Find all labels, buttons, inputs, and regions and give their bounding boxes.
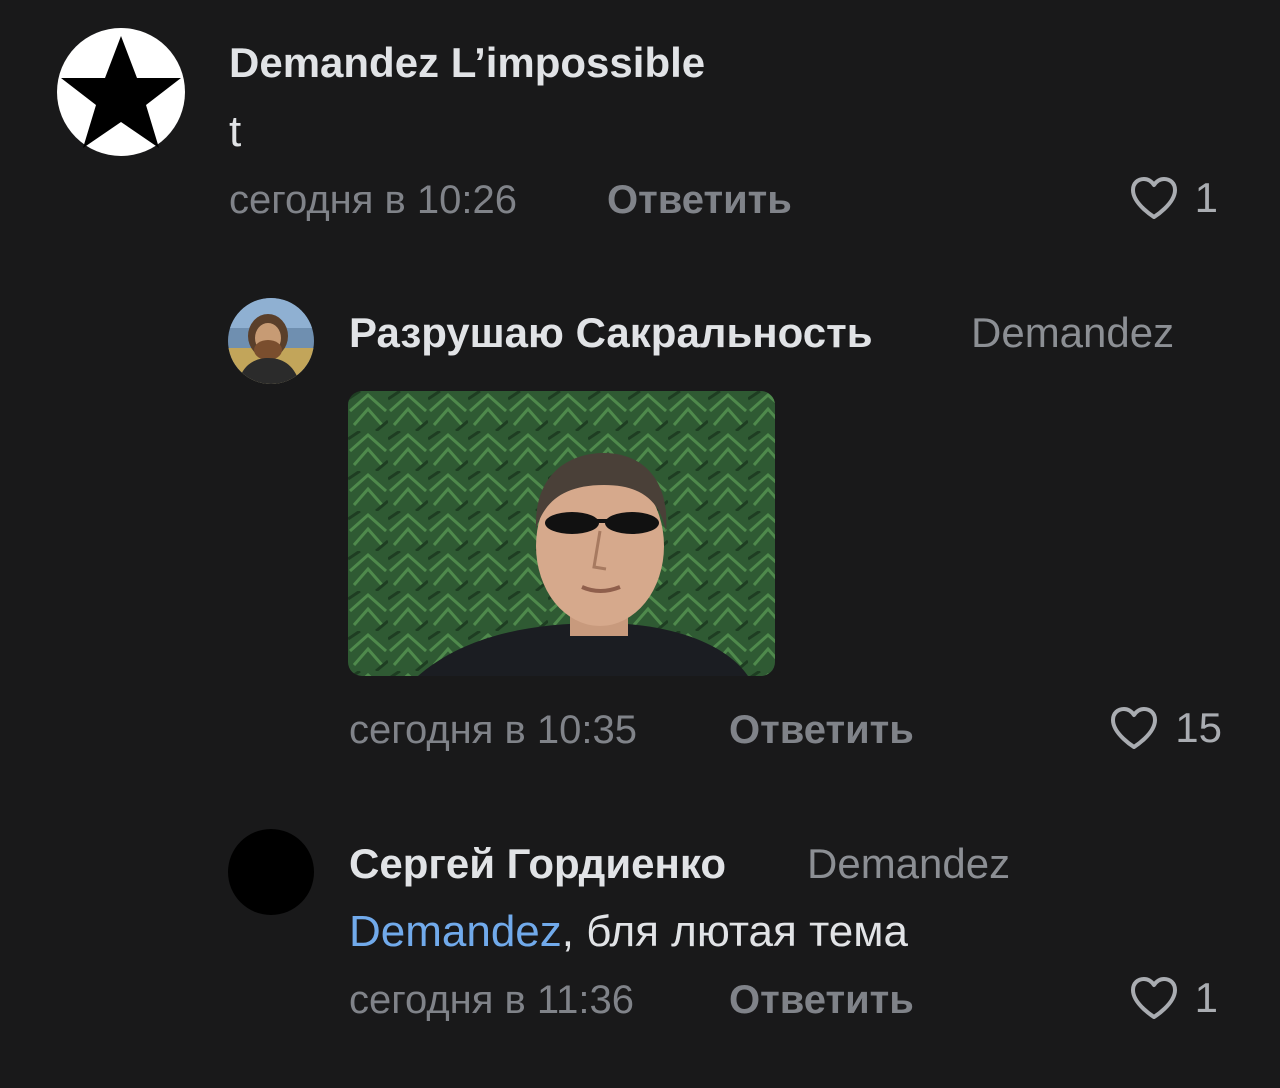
comment-time: сегодня в 10:26 — [229, 178, 517, 222]
user-photo-avatar — [228, 298, 314, 384]
reply-to-name[interactable]: Demandez — [807, 843, 1010, 885]
comment-time: сегодня в 10:35 — [349, 708, 637, 752]
mention-link[interactable]: Demandez — [349, 907, 562, 956]
heart-outline-icon — [1130, 977, 1177, 1019]
comment-time: сегодня в 11:36 — [349, 978, 635, 1022]
heart-outline-icon — [1111, 707, 1158, 749]
reply-to-name[interactable]: Demandez — [971, 312, 1174, 354]
avatar-demandez[interactable] — [57, 28, 185, 156]
reply-button[interactable]: Ответить — [729, 710, 914, 750]
comment-author[interactable]: Разрушаю Сакральность — [349, 312, 873, 354]
like-button[interactable]: 1 — [1129, 175, 1218, 221]
like-count: 1 — [1194, 174, 1218, 221]
black-star-icon — [61, 36, 181, 148]
reply-button[interactable]: Ответить — [729, 980, 914, 1020]
like-count: 15 — [1175, 704, 1222, 751]
comment-text: Demandez, бля лютая тема — [349, 910, 908, 954]
attached-photo-image — [348, 391, 775, 676]
avatar-razrushayu[interactable] — [228, 298, 314, 384]
attached-photo[interactable] — [348, 391, 775, 676]
comment-text: t — [229, 107, 242, 156]
like-count: 1 — [1194, 974, 1218, 1021]
like-button[interactable]: 15 — [1109, 705, 1222, 751]
like-button[interactable]: 1 — [1129, 975, 1218, 1021]
comment-author[interactable]: Demandez L’impossible — [229, 42, 705, 84]
comment-author[interactable]: Сергей Гордиенко — [349, 843, 726, 885]
avatar-sergey[interactable] — [228, 829, 314, 915]
reply-button[interactable]: Ответить — [607, 180, 792, 220]
comment-text-body: , бля лютая тема — [561, 907, 908, 956]
heart-outline-icon — [1130, 177, 1177, 219]
